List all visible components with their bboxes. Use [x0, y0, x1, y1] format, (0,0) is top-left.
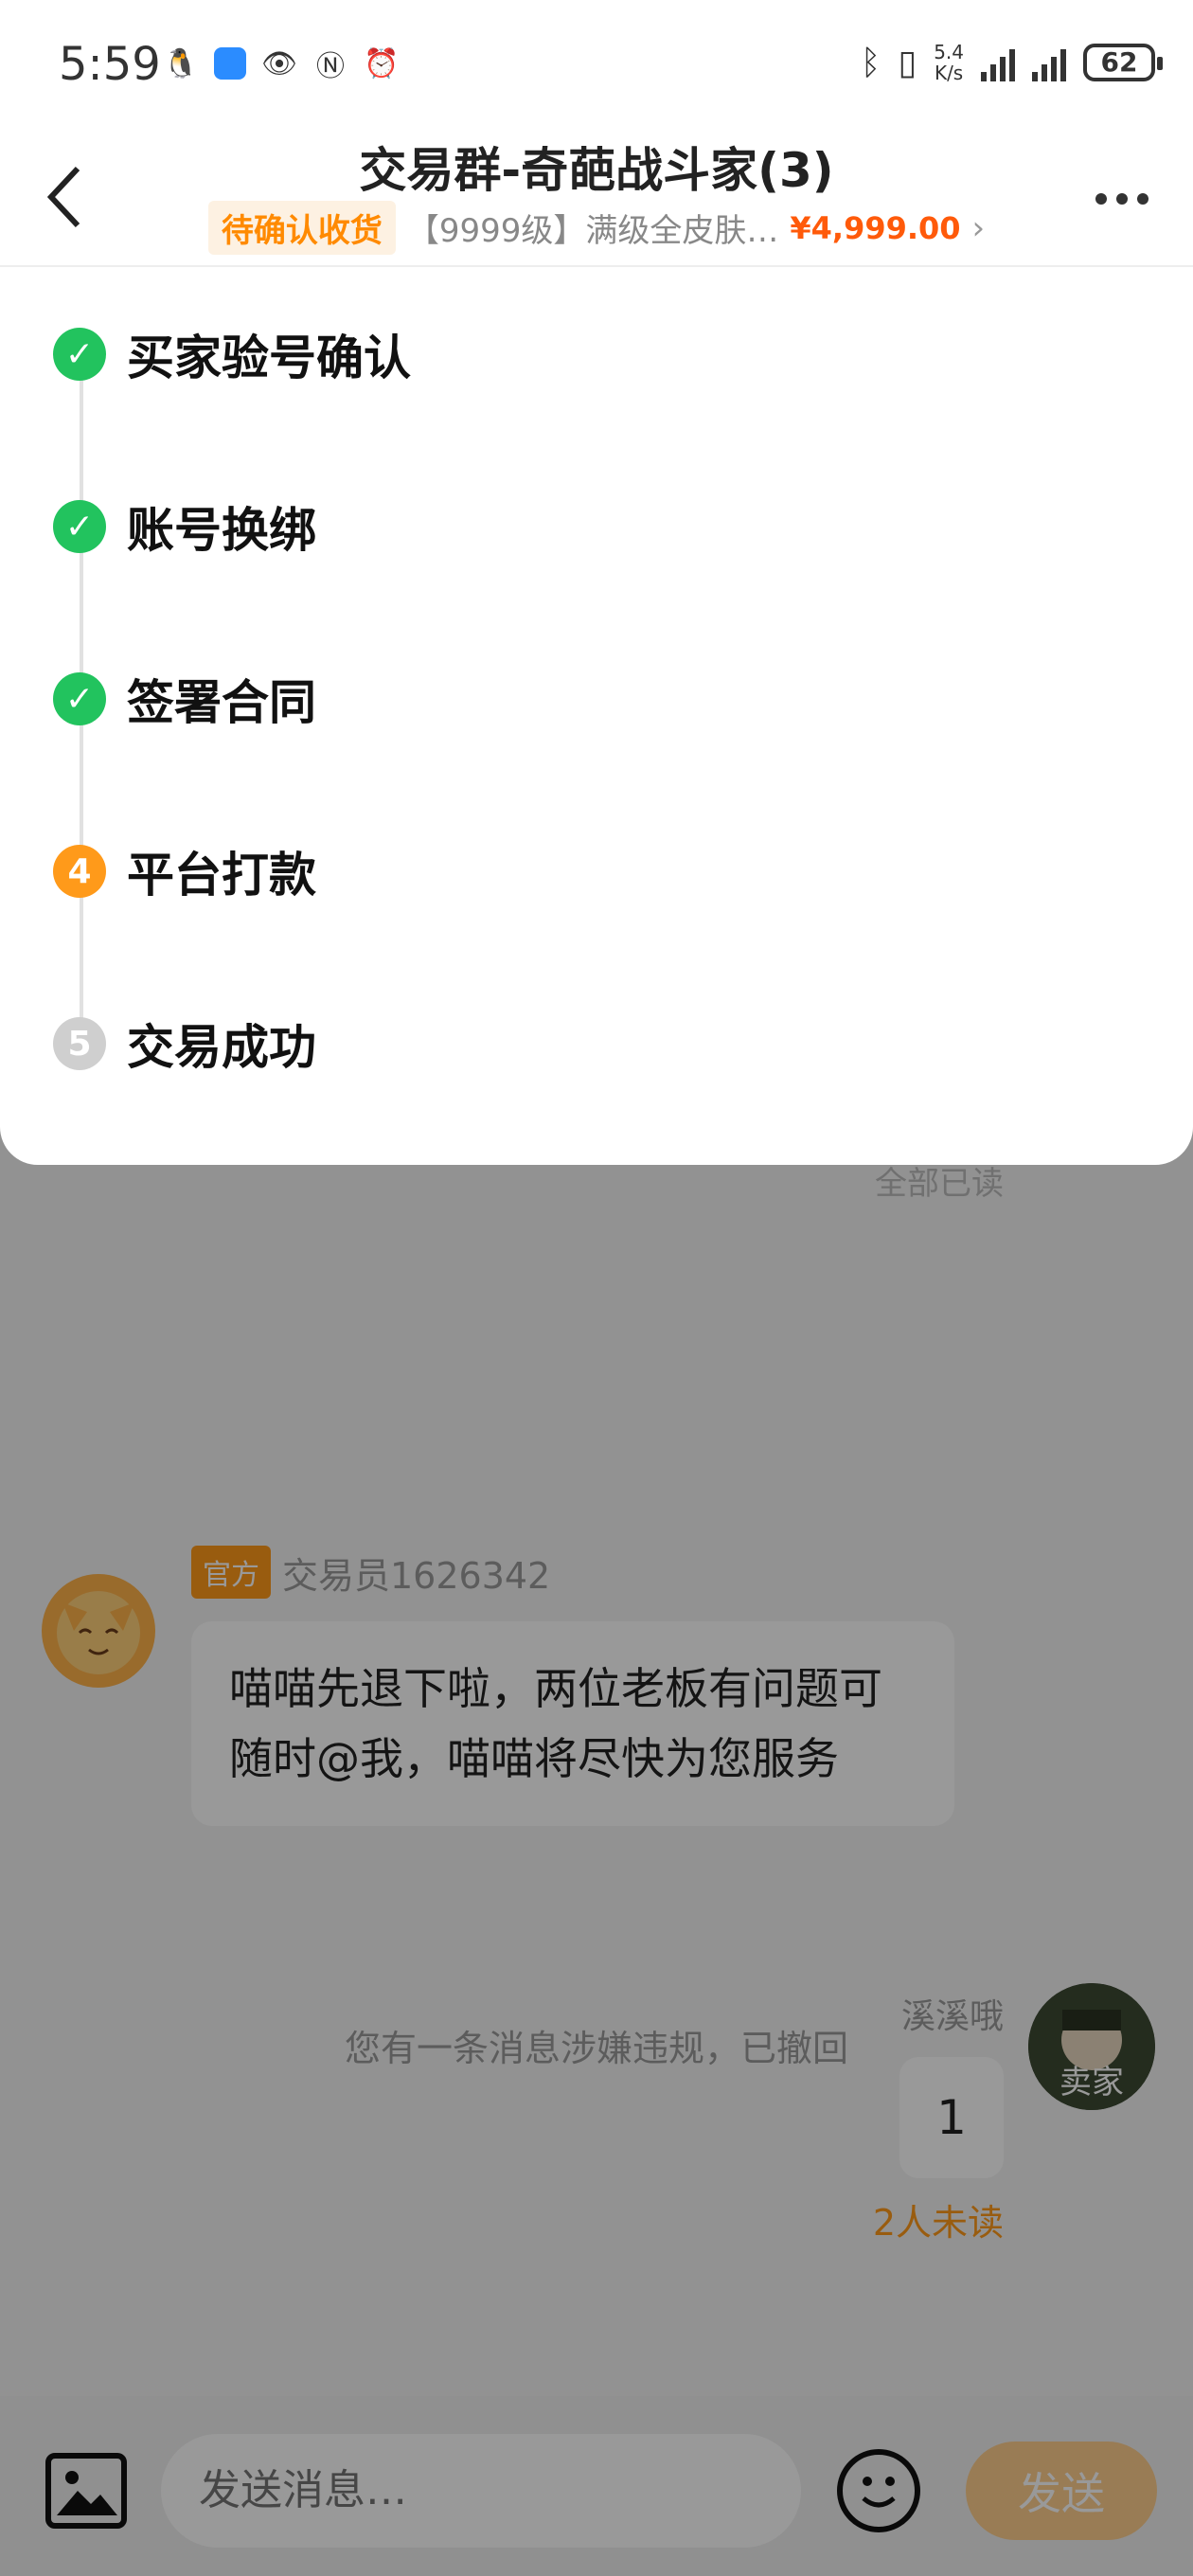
- step-label: 买家验号确认: [127, 331, 411, 385]
- order-status-badge: 待确认收货: [207, 201, 396, 255]
- step-sign-contract: ✓ 签署合同: [53, 665, 316, 733]
- chat-app-icon: [214, 47, 246, 80]
- status-time: 5:59: [59, 38, 161, 91]
- chevron-right-icon: ›: [971, 208, 986, 247]
- step-trade-success: 5 交易成功: [53, 1010, 316, 1078]
- battery-icon: 62: [1083, 44, 1163, 81]
- check-icon: ✓: [53, 500, 106, 553]
- step-buyer-verify: ✓ 买家验号确认: [53, 320, 411, 388]
- step-number-4: 4: [53, 845, 106, 898]
- notification-icons: 🐧 👁 Ⓝ ⏰: [163, 45, 400, 84]
- trade-progress-panel: ✓ 买家验号确认 ✓ 账号换绑 ✓ 签署合同 4 平台打款 5 交易成功: [0, 267, 1193, 1165]
- signal-icon-2: [1032, 44, 1066, 81]
- vibrate-icon: ▯: [898, 43, 917, 82]
- order-summary[interactable]: 待确认收货 【9999级】满级全皮肤… ¥4,999.00 ›: [0, 201, 1193, 255]
- nfc-icon: Ⓝ: [316, 50, 345, 83]
- network-speed: 5.4 K/s: [934, 41, 964, 84]
- step-number-5: 5: [53, 1017, 106, 1070]
- order-price: ¥4,999.00: [790, 209, 961, 246]
- bluetooth-icon: ᛒ: [860, 43, 881, 82]
- step-label: 交易成功: [127, 1020, 316, 1075]
- dot-icon: [1116, 193, 1128, 205]
- status-bar: 5:59 🐧 👁 Ⓝ ⏰ ᛒ ▯ 5.4 K/s 62: [0, 0, 1193, 133]
- dot-icon: [1095, 193, 1107, 205]
- alarm-icon: ⏰: [364, 46, 400, 80]
- eye-icon: 👁: [260, 46, 298, 80]
- step-label: 账号换绑: [127, 503, 316, 558]
- more-button[interactable]: [1089, 170, 1155, 227]
- qq-icon: 🐧: [163, 46, 199, 80]
- step-account-rebind: ✓ 账号换绑: [53, 492, 316, 561]
- check-icon: ✓: [53, 328, 106, 381]
- chat-screen: 5:59 🐧 👁 Ⓝ ⏰ ᛒ ▯ 5.4 K/s 62 交易群-奇葩战斗家(3)…: [0, 0, 1193, 2576]
- group-title: 交易群-奇葩战斗家(3): [359, 143, 834, 198]
- step-label: 平台打款: [127, 848, 316, 903]
- status-right: ᛒ ▯ 5.4 K/s 62: [860, 41, 1163, 84]
- step-platform-payment: 4 平台打款: [53, 837, 316, 905]
- step-label: 签署合同: [127, 675, 316, 730]
- product-name: 【9999级】满级全皮肤…: [406, 212, 779, 250]
- dot-icon: [1137, 193, 1148, 205]
- check-icon: ✓: [53, 672, 106, 725]
- signal-icon: [981, 44, 1015, 81]
- chat-header: 交易群-奇葩战斗家(3) 待确认收货 【9999级】满级全皮肤… ¥4,999.…: [0, 133, 1193, 267]
